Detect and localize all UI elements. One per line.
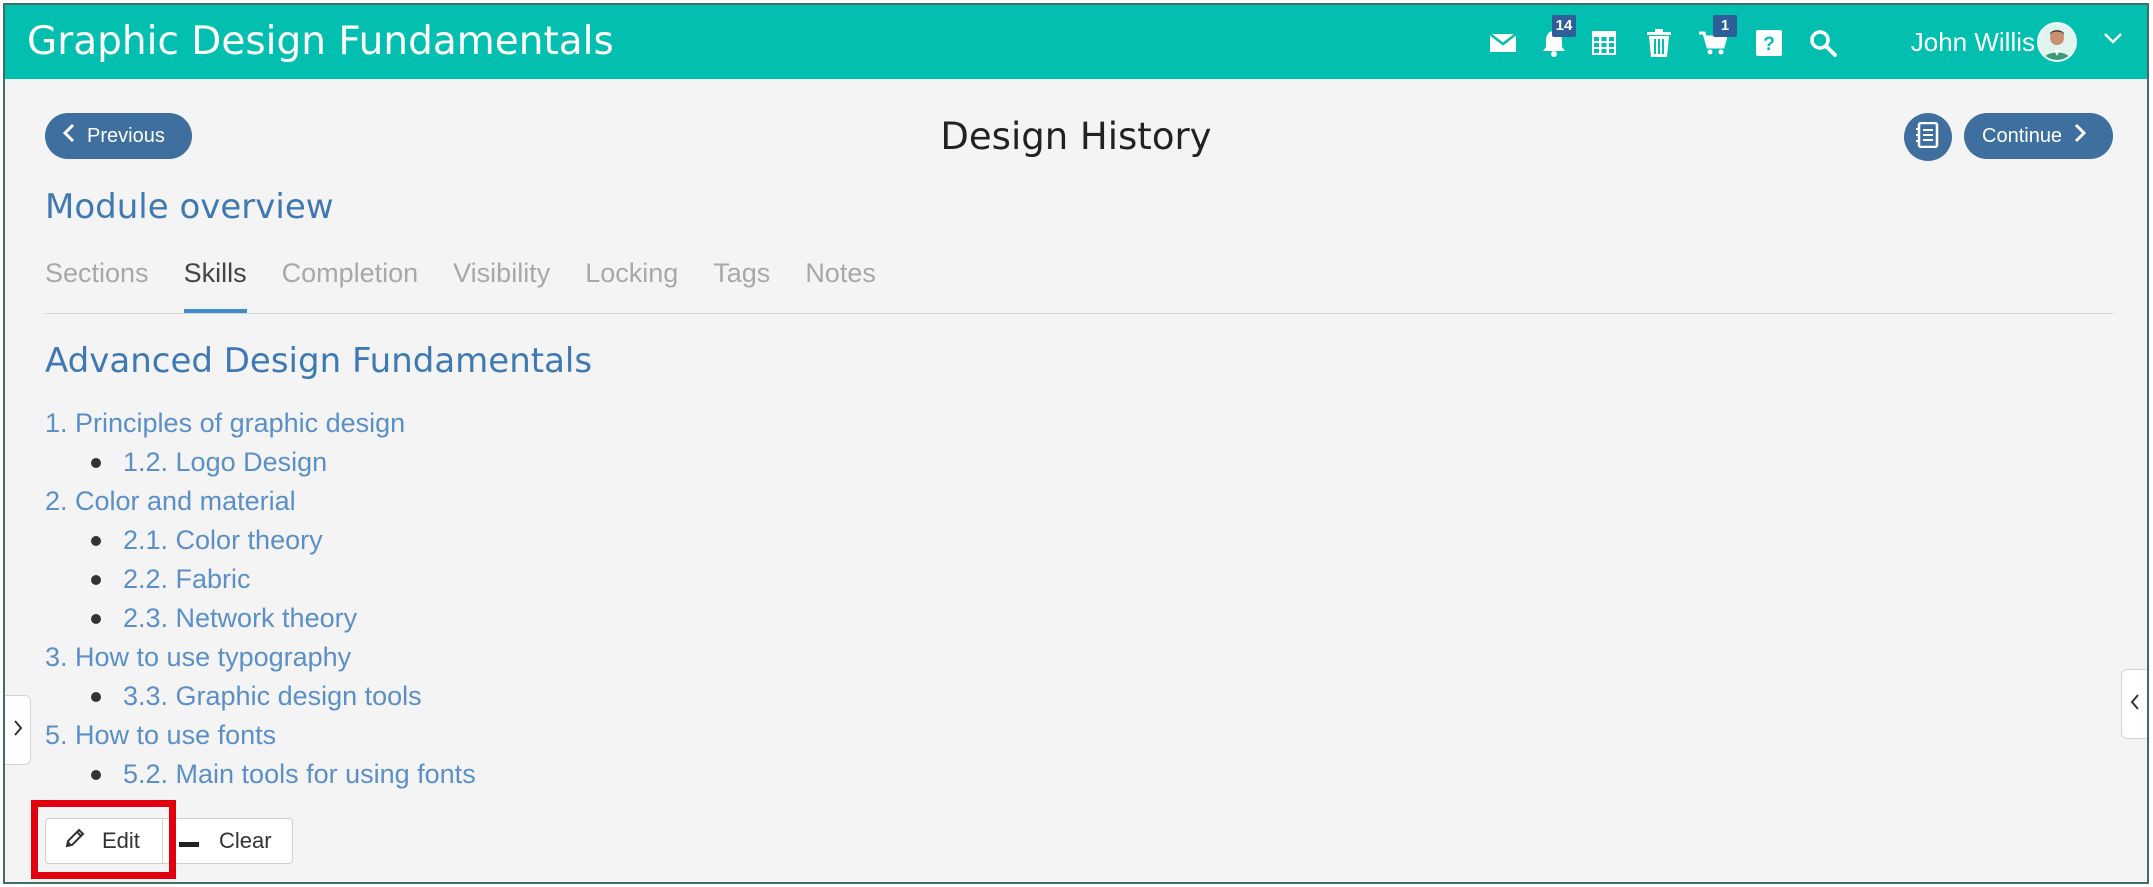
page-title: Design History bbox=[5, 113, 2147, 161]
svg-text:?: ? bbox=[1763, 34, 1775, 55]
tab-bar: Sections Skills Completion Visibility Lo… bbox=[45, 253, 911, 315]
skill-item[interactable]: 2. Color and material bbox=[45, 482, 476, 521]
notebook-icon bbox=[1916, 121, 1940, 153]
skill-subitem-label: 2.1. Color theory bbox=[123, 525, 323, 555]
chevron-left-icon bbox=[2130, 693, 2140, 716]
chevron-left-icon bbox=[62, 123, 75, 149]
bullet-icon bbox=[91, 614, 101, 624]
page-title-text: Design History bbox=[940, 115, 1212, 158]
app-title: Graphic Design Fundamentals bbox=[27, 19, 614, 64]
notifications-badge: 14 bbox=[1552, 15, 1576, 37]
help-icon[interactable]: ? bbox=[1753, 27, 1785, 59]
skill-subitem[interactable]: 5.2. Main tools for using fonts bbox=[45, 755, 476, 794]
module-overview-heading: Module overview bbox=[45, 187, 334, 227]
top-icons: 14 1 ? John Willis bbox=[1487, 5, 2147, 79]
skill-item[interactable]: 5. How to use fonts bbox=[45, 716, 476, 755]
previous-label: Previous bbox=[87, 124, 165, 147]
bullet-icon bbox=[91, 770, 101, 780]
skill-subitem[interactable]: 2.1. Color theory bbox=[45, 521, 476, 560]
minus-icon bbox=[179, 828, 199, 854]
skill-item[interactable]: 3. How to use typography bbox=[45, 638, 476, 677]
top-bar: Graphic Design Fundamentals 14 1 ? John … bbox=[5, 5, 2147, 79]
tab-divider bbox=[45, 313, 2113, 314]
skill-subitem[interactable]: 2.3. Network theory bbox=[45, 599, 476, 638]
cart-icon[interactable]: 1 bbox=[1697, 15, 1737, 59]
skill-subitem[interactable]: 2.2. Fabric bbox=[45, 560, 476, 599]
bullet-icon bbox=[91, 692, 101, 702]
tab-locking[interactable]: Locking bbox=[585, 253, 678, 313]
tab-notes[interactable]: Notes bbox=[805, 253, 876, 313]
skill-item[interactable]: 1. Principles of graphic design bbox=[45, 404, 476, 443]
skill-subitem-label: 5.2. Main tools for using fonts bbox=[123, 759, 476, 789]
chevron-down-icon[interactable] bbox=[2103, 31, 2123, 50]
trash-icon[interactable] bbox=[1643, 27, 1675, 59]
edit-label: Edit bbox=[102, 828, 140, 853]
clear-label: Clear bbox=[219, 828, 272, 853]
notebook-button[interactable] bbox=[1904, 113, 1952, 161]
chevron-right-icon bbox=[2074, 123, 2087, 149]
cart-badge: 1 bbox=[1713, 15, 1737, 37]
tab-sections[interactable]: Sections bbox=[45, 253, 149, 313]
tab-visibility[interactable]: Visibility bbox=[453, 253, 550, 313]
skill-subitem-label: 1.2. Logo Design bbox=[123, 447, 328, 477]
app-window: Graphic Design Fundamentals 14 1 ? John … bbox=[3, 3, 2149, 884]
skill-subitem[interactable]: 1.2. Logo Design bbox=[45, 443, 476, 482]
search-icon[interactable] bbox=[1807, 27, 1839, 59]
skills-heading: Advanced Design Fundamentals bbox=[45, 341, 593, 381]
skills-actions: Edit Clear bbox=[45, 818, 293, 864]
envelope-icon[interactable] bbox=[1487, 27, 1519, 59]
edit-button[interactable]: Edit bbox=[45, 818, 163, 864]
right-panel-toggle[interactable] bbox=[2121, 669, 2147, 739]
left-panel-toggle[interactable] bbox=[5, 695, 31, 765]
pencil-icon bbox=[64, 827, 86, 855]
bullet-icon bbox=[91, 575, 101, 585]
continue-button[interactable]: Continue bbox=[1964, 113, 2113, 159]
skill-subitem-label: 3.3. Graphic design tools bbox=[123, 681, 422, 711]
avatar[interactable] bbox=[2037, 22, 2077, 62]
previous-button[interactable]: Previous bbox=[45, 113, 192, 159]
skills-list: 1. Principles of graphic design 1.2. Log… bbox=[45, 404, 476, 794]
tab-skills[interactable]: Skills bbox=[183, 253, 247, 313]
continue-label: Continue bbox=[1982, 124, 2063, 147]
user-name[interactable]: John Willis bbox=[1911, 5, 2035, 79]
tab-completion[interactable]: Completion bbox=[282, 253, 419, 313]
bell-icon[interactable]: 14 bbox=[1538, 15, 1576, 59]
skill-subitem[interactable]: 3.3. Graphic design tools bbox=[45, 677, 476, 716]
bullet-icon bbox=[91, 458, 101, 468]
skill-subitem-label: 2.2. Fabric bbox=[123, 564, 251, 594]
skill-subitem-label: 2.3. Network theory bbox=[123, 603, 358, 633]
bullet-icon bbox=[91, 536, 101, 546]
calendar-grid-icon[interactable] bbox=[1588, 27, 1620, 59]
clear-button[interactable]: Clear bbox=[163, 818, 293, 864]
tab-tags[interactable]: Tags bbox=[713, 253, 770, 313]
chevron-right-icon bbox=[13, 719, 23, 742]
